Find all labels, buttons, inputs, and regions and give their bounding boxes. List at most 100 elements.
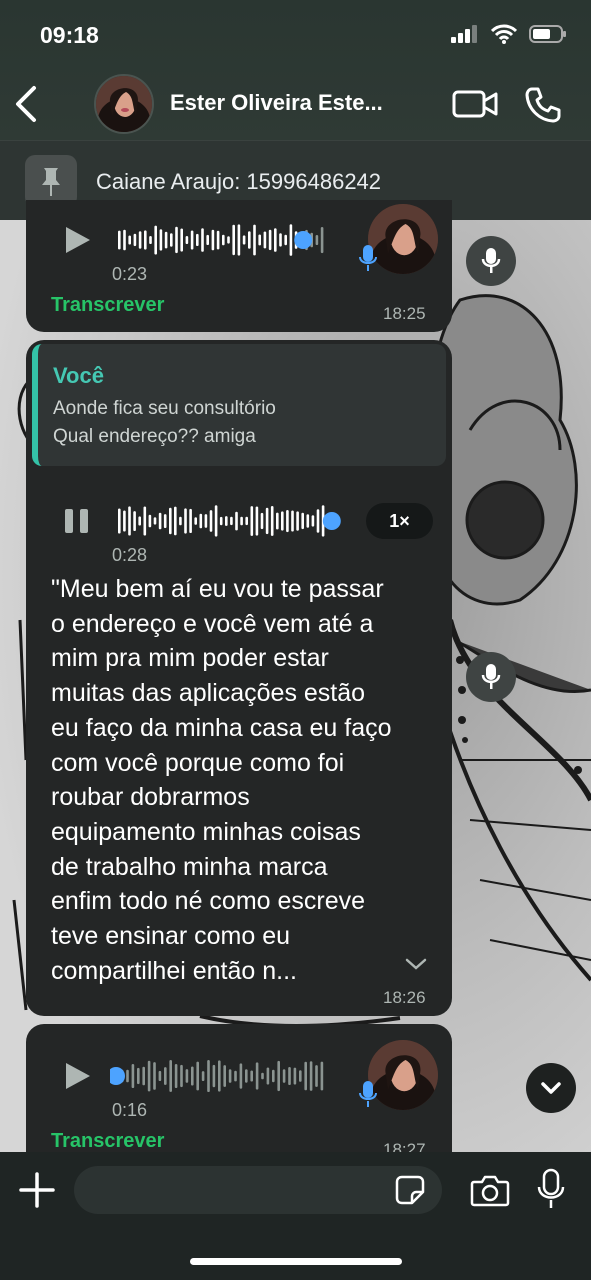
waveform-bar bbox=[227, 236, 230, 244]
transcript-line: mim pra mim poder estar bbox=[51, 644, 329, 673]
waveform-bar bbox=[204, 514, 208, 528]
status-time: 09:18 bbox=[40, 22, 99, 48]
transcript-line: teve ensinar como eu bbox=[51, 922, 291, 951]
waveform-bar bbox=[158, 1070, 162, 1081]
voice-waveform[interactable] bbox=[110, 1058, 338, 1094]
pinned-message-text[interactable]: Caiane Araujo: 15996486242 bbox=[96, 169, 381, 195]
waveform-bar bbox=[163, 514, 167, 528]
waveform-bar bbox=[306, 514, 310, 528]
transcript-line: enfim todo né como escreve bbox=[51, 887, 366, 916]
plus-icon[interactable] bbox=[18, 1171, 56, 1209]
waveform-bar bbox=[190, 230, 194, 250]
waveform-bar bbox=[248, 231, 251, 249]
waveform-bar bbox=[164, 1067, 167, 1085]
transcribe-link[interactable]: Transcrever bbox=[51, 294, 164, 317]
transcribe-link[interactable]: Transcrever bbox=[51, 1130, 164, 1153]
waveform-bar bbox=[180, 228, 183, 252]
play-icon[interactable] bbox=[62, 225, 92, 255]
sticker-icon[interactable] bbox=[394, 1174, 426, 1206]
waveform-bar bbox=[149, 236, 152, 244]
battery-icon bbox=[529, 25, 566, 43]
voice-waveform[interactable] bbox=[118, 222, 338, 258]
waveform-bar bbox=[296, 511, 299, 531]
quote-text-line: Aonde fica seu consultório bbox=[53, 398, 276, 419]
playback-progress-dot bbox=[322, 512, 341, 530]
contact-name[interactable]: Ester Oliveira Este... bbox=[170, 90, 410, 116]
status-icons bbox=[451, 24, 567, 44]
waveform-bar bbox=[222, 234, 225, 246]
waveform-bar bbox=[291, 510, 294, 532]
transcript-line: compartilhei então n... bbox=[51, 956, 297, 985]
waveform-bar bbox=[194, 517, 197, 525]
waveform-bar bbox=[201, 228, 204, 252]
waveform-bar bbox=[143, 506, 147, 536]
contact-avatar[interactable] bbox=[94, 74, 154, 134]
waveform-bar bbox=[223, 1065, 226, 1087]
waveform-bar bbox=[225, 516, 228, 526]
waveform-bar bbox=[184, 508, 187, 534]
transcript-line: equipamento minhas coisas bbox=[51, 817, 361, 846]
waveform-bar bbox=[212, 1064, 216, 1088]
quote-author: Você bbox=[53, 363, 104, 388]
pause-icon[interactable] bbox=[62, 506, 92, 536]
camera-icon[interactable] bbox=[470, 1173, 510, 1207]
waveform-bar bbox=[133, 511, 136, 531]
playback-speed-button[interactable]: 1× bbox=[366, 503, 433, 539]
waveform-bar bbox=[230, 516, 233, 526]
back-arrow-icon[interactable] bbox=[10, 84, 42, 124]
transcript-line: roubar dobrarmos bbox=[51, 783, 250, 812]
play-icon[interactable] bbox=[62, 1061, 92, 1091]
waveform-bar bbox=[207, 1060, 210, 1092]
waveform-bar bbox=[270, 506, 274, 536]
top-bar bbox=[0, 0, 591, 140]
waveform-bar bbox=[258, 234, 261, 246]
scroll-to-bottom-button[interactable] bbox=[526, 1063, 576, 1113]
transcript-line: muitas das aplicações estão bbox=[51, 679, 366, 708]
waveform-bar bbox=[138, 516, 141, 526]
waveform-bar bbox=[118, 508, 121, 534]
waveform-bar bbox=[169, 507, 172, 535]
waveform-bar bbox=[266, 1067, 270, 1085]
waveform-bar bbox=[315, 1065, 318, 1087]
home-indicator bbox=[190, 1258, 402, 1265]
waveform-bar bbox=[123, 510, 126, 532]
waveform-bar bbox=[289, 224, 293, 256]
waveform-bar bbox=[189, 508, 192, 533]
waveform-bar bbox=[211, 229, 215, 251]
side-mic-button[interactable] bbox=[466, 236, 516, 286]
waveform-bar bbox=[199, 513, 203, 529]
waveform-bar bbox=[209, 510, 213, 532]
chevron-down-icon bbox=[541, 1082, 561, 1094]
waveform-bar bbox=[320, 227, 324, 254]
mic-status-icon bbox=[359, 1081, 377, 1107]
waveform-bar bbox=[228, 1069, 232, 1083]
waveform-bar bbox=[154, 225, 157, 255]
waveform-bar bbox=[232, 224, 235, 256]
voice-duration: 0:23 bbox=[112, 264, 148, 284]
waveform-bar bbox=[234, 1070, 237, 1082]
waveform-bar bbox=[131, 1064, 135, 1088]
message-input[interactable] bbox=[74, 1166, 442, 1214]
video-call-icon[interactable] bbox=[452, 88, 498, 120]
playback-progress-dot bbox=[294, 231, 313, 249]
waveform-bar bbox=[159, 229, 163, 251]
waveform-bar bbox=[242, 235, 246, 245]
waveform-bar bbox=[250, 1070, 253, 1082]
waveform-bar bbox=[128, 235, 131, 245]
mic-icon[interactable] bbox=[536, 1168, 566, 1210]
waveform-bar bbox=[169, 1060, 172, 1092]
waveform-bar bbox=[158, 512, 162, 530]
waveform-bar bbox=[191, 1066, 194, 1086]
waveform-bar bbox=[263, 231, 267, 249]
side-mic-button[interactable] bbox=[466, 652, 516, 702]
transcript-text[interactable]: "Meu bem aí eu vou te passar o endereço e… bbox=[51, 572, 443, 988]
voice-waveform[interactable] bbox=[118, 503, 344, 539]
mic-icon bbox=[481, 664, 501, 689]
waveform-bar bbox=[255, 506, 259, 536]
waveform-bar bbox=[147, 1060, 151, 1092]
waveform-bar bbox=[133, 233, 137, 247]
chevron-down-icon[interactable] bbox=[404, 954, 428, 974]
phone-call-icon[interactable] bbox=[524, 86, 562, 124]
waveform-bar bbox=[175, 226, 178, 254]
waveform-bar bbox=[137, 1067, 140, 1085]
